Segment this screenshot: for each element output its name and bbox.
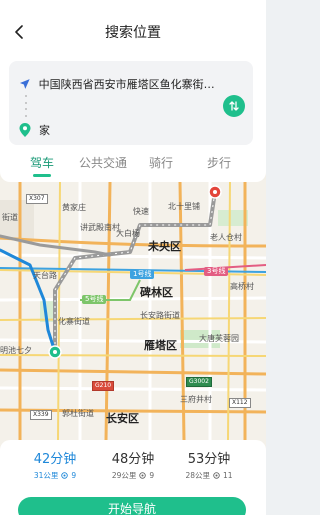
map-label: 大白杨: [116, 229, 140, 238]
road-number-badge: X339: [30, 410, 52, 420]
tab-driving[interactable]: 驾车: [12, 154, 72, 171]
traffic-light-icon: [61, 472, 69, 479]
route-options-panel: 42分钟 31公里 9 48分钟 29公里 9 53分钟 28公里 11 开始导…: [0, 440, 266, 515]
metro-line-badge: 5号线: [82, 295, 107, 304]
map-label: 北十里铺: [168, 202, 200, 211]
route-distance: 31公里: [33, 471, 59, 480]
traffic-light-count: 9: [149, 471, 155, 480]
swap-arrows-icon: [229, 101, 239, 111]
map-label: 快速: [133, 207, 149, 216]
map-label: 街道: [2, 213, 18, 222]
destination-pin-icon: [19, 123, 31, 137]
metro-line-badge: 3号线: [204, 267, 229, 276]
destination-text: 家: [39, 124, 50, 137]
traffic-light-icon: [139, 472, 147, 479]
metro-line-badge: 1号线: [130, 270, 155, 279]
map-label: 化寨街道: [58, 317, 90, 326]
route-option[interactable]: 42分钟 31公里 9: [15, 452, 95, 486]
route-option[interactable]: 53分钟 28公里 11: [169, 452, 249, 486]
route-duration: 42分钟: [33, 452, 77, 467]
road-number-badge: X112: [229, 398, 251, 408]
start-navigation-button[interactable]: 开始导航: [18, 497, 246, 515]
title-bar: 搜索位置: [0, 18, 266, 46]
map-label: 长安路街道: [140, 311, 180, 320]
travel-mode-tabs: 驾车 公共交通 骑行 步行: [0, 152, 266, 178]
route-distance: 28公里: [185, 471, 210, 480]
map-label-district: 碑林区: [140, 286, 173, 299]
road-number-badge: G210: [92, 381, 115, 391]
origin-field[interactable]: 中国陕西省西安市雁塔区鱼化寨街道...: [19, 75, 219, 93]
map-label-poi: 大唐芙蓉园: [199, 334, 239, 343]
map-label: 高桥村: [230, 282, 254, 291]
page-title: 搜索位置: [105, 25, 161, 41]
traffic-light-count: 9: [71, 471, 77, 480]
road-number-badge: G3002: [186, 377, 212, 387]
route-search-panel: 搜索位置 中国陕西省西安市雁塔区鱼化寨街道... 家 驾车 公共交通 骑行 步行: [0, 0, 266, 182]
route-meta: 31公里 9: [15, 470, 95, 481]
swap-button[interactable]: [223, 95, 245, 117]
active-tab-indicator: [33, 174, 51, 177]
road-number-badge: X307: [26, 194, 48, 204]
route-distance: 29公里: [111, 471, 137, 480]
route-meta: 28公里 11: [169, 470, 249, 481]
map-label: 讲武殿南村: [80, 223, 120, 232]
tab-cycling[interactable]: 骑行: [131, 154, 191, 171]
tab-public-transit[interactable]: 公共交通: [73, 154, 133, 171]
route-input-card: 中国陕西省西安市雁塔区鱼化寨街道... 家: [9, 61, 253, 145]
map-label: 老人仓村: [210, 233, 242, 242]
map-label: 明池七夕: [0, 346, 32, 355]
traffic-light-icon: [213, 472, 220, 479]
map-label: 黄家庄: [62, 203, 86, 212]
route-connector-dots: [24, 95, 27, 117]
destination-field[interactable]: 家: [19, 121, 219, 139]
map-label: 郭杜街道: [62, 409, 94, 418]
map-label: 三府井村: [180, 395, 212, 404]
route-meta: 29公里 9: [93, 470, 173, 481]
location-arrow-icon: [19, 79, 30, 89]
tab-walking[interactable]: 步行: [189, 154, 249, 171]
traffic-light-count: 11: [223, 471, 233, 480]
route-duration: 53分钟: [187, 452, 231, 467]
route-option[interactable]: 48分钟 29公里 9: [93, 452, 173, 486]
map-label-district: 长安区: [106, 412, 139, 425]
map-label: 天台路: [33, 271, 57, 280]
map-label-district: 未央区: [148, 240, 181, 253]
origin-text: 中国陕西省西安市雁塔区鱼化寨街道...: [38, 78, 219, 91]
route-duration: 48分钟: [111, 452, 155, 467]
map-label-district: 雁塔区: [144, 339, 177, 352]
